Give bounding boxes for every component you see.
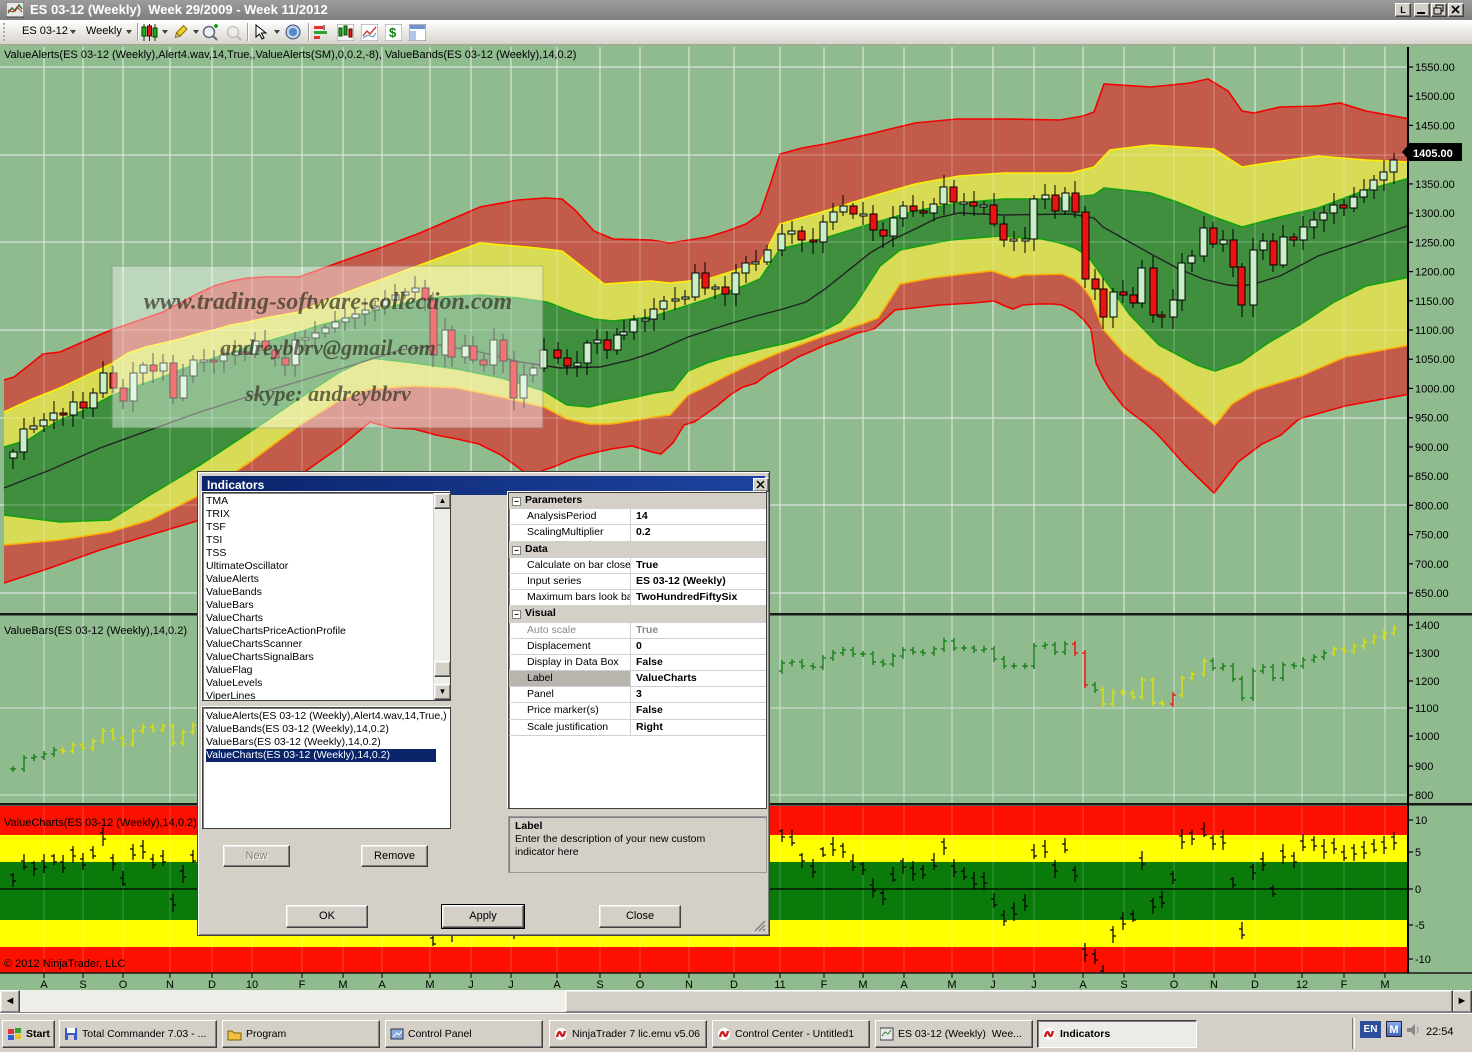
svg-text:1100: 1100 [1415,703,1439,715]
svg-text:ValueAlerts(ES 03-12 (Weekly),: ValueAlerts(ES 03-12 (Weekly),Alert4.wav… [4,49,576,61]
svg-text:N: N [685,979,693,990]
svg-text:O: O [1170,979,1179,990]
svg-text:M: M [947,979,956,990]
svg-text:5: 5 [1415,847,1421,859]
svg-text:700.00: 700.00 [1415,559,1449,571]
svg-text:andreybbrv@gmail.com: andreybbrv@gmail.com [220,335,436,360]
svg-text:850.00: 850.00 [1415,471,1449,483]
svg-text:ValueBars(ES 03-12 (Weekly),14: ValueBars(ES 03-12 (Weekly),14,0.2) [4,625,187,637]
svg-text:-10: -10 [1415,954,1431,966]
svg-text:S: S [1120,979,1127,990]
svg-text:1550.00: 1550.00 [1415,62,1455,74]
svg-text:A: A [1079,979,1087,990]
svg-text:J: J [1031,979,1037,990]
svg-text:1200: 1200 [1415,676,1439,688]
svg-text:900: 900 [1415,761,1433,773]
svg-text:1350.00: 1350.00 [1415,179,1455,191]
svg-text:N: N [1210,979,1218,990]
svg-text:www.trading-software-collectio: www.trading-software-collection.com [144,289,512,315]
svg-text:© 2012 NinjaTrader, LLC: © 2012 NinjaTrader, LLC [4,958,125,970]
svg-text:1000: 1000 [1415,731,1439,743]
svg-text:1500.00: 1500.00 [1415,91,1455,103]
svg-text:11: 11 [774,979,785,990]
svg-text:800: 800 [1415,790,1433,802]
svg-text:M: M [1380,979,1389,990]
svg-text:0: 0 [1415,884,1421,896]
svg-text:950.00: 950.00 [1415,413,1449,425]
svg-text:$: $ [389,25,397,40]
svg-text:J: J [468,979,474,990]
svg-text:O: O [119,979,128,990]
svg-text:D: D [1251,979,1259,990]
svg-text:O: O [636,979,645,990]
svg-text:A: A [378,979,386,990]
svg-text:750.00: 750.00 [1415,530,1449,542]
svg-text:1200.00: 1200.00 [1415,267,1455,279]
svg-text:S: S [79,979,86,990]
svg-text:1050.00: 1050.00 [1415,354,1455,366]
svg-text:12: 12 [1296,979,1308,990]
svg-text:M: M [338,979,347,990]
svg-text:1100.00: 1100.00 [1415,325,1454,337]
svg-text:M: M [425,979,434,990]
svg-text:ValueCharts(ES 03-12 (Weekly),: ValueCharts(ES 03-12 (Weekly),14,0.2) [4,817,197,829]
svg-text:1000.00: 1000.00 [1415,383,1455,395]
svg-text:1250.00: 1250.00 [1415,237,1455,249]
svg-text:skype: andreybbrv: skype: andreybbrv [244,381,411,406]
svg-text:10: 10 [246,979,258,990]
svg-text:900.00: 900.00 [1415,442,1449,454]
svg-text:F: F [1341,979,1348,990]
svg-text:1300: 1300 [1415,648,1439,660]
svg-text:F: F [299,979,306,990]
svg-text:1400: 1400 [1415,620,1439,632]
svg-text:1405.00: 1405.00 [1413,148,1453,160]
svg-text:J: J [990,979,996,990]
svg-text:1300.00: 1300.00 [1415,208,1455,220]
svg-text:10: 10 [1415,815,1427,827]
svg-text:S: S [596,979,603,990]
svg-text:A: A [553,979,561,990]
svg-text:1150.00: 1150.00 [1415,296,1454,308]
svg-text:A: A [40,979,48,990]
svg-text:F: F [821,979,828,990]
svg-text:D: D [208,979,216,990]
svg-text:N: N [166,979,174,990]
svg-text:D: D [730,979,738,990]
svg-text:1450.00: 1450.00 [1415,120,1455,132]
svg-text:J: J [508,979,514,990]
svg-text:650.00: 650.00 [1415,588,1449,600]
svg-text:M: M [858,979,867,990]
svg-text:800.00: 800.00 [1415,500,1449,512]
svg-text:-5: -5 [1415,920,1425,932]
svg-text:A: A [900,979,908,990]
